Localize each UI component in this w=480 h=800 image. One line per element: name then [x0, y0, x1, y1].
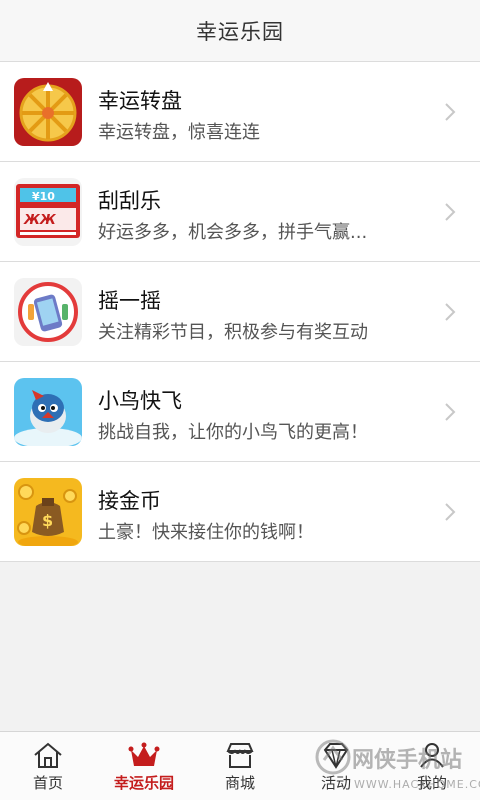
- item-description: 土豪！快来接住你的钱啊！: [98, 522, 314, 543]
- bird-icon: [14, 378, 82, 446]
- lucky-wheel-icon: [14, 78, 82, 146]
- page-title: 幸运乐园: [196, 19, 284, 44]
- chevron-right-icon: [445, 303, 456, 321]
- tab-label: 商城: [224, 774, 255, 792]
- crown-icon: [128, 742, 160, 766]
- game-list: 幸运转盘 幸运转盘，惊喜连连 ¥10 ЖЖ 刮刮乐 好运多多，机会多多，拼手气赢…: [0, 62, 480, 562]
- scratch-card-icon: ¥10 ЖЖ: [14, 178, 82, 246]
- chevron-right-icon: [445, 103, 456, 121]
- user-icon: [420, 743, 444, 768]
- svg-text:¥10: ¥10: [32, 190, 55, 203]
- home-icon: [34, 742, 62, 768]
- tab-label: 幸运乐园: [113, 774, 174, 792]
- svg-text:$: $: [42, 511, 53, 530]
- item-title: 接金币: [98, 489, 161, 513]
- tab-activity[interactable]: 活动: [288, 732, 384, 800]
- item-description: 幸运转盘，惊喜连连: [98, 122, 260, 143]
- shake-phone-icon: [14, 278, 82, 346]
- item-description: 好运多多，机会多多，拼手气赢...: [98, 222, 368, 243]
- app-header: 幸运乐园: [0, 0, 480, 62]
- bottom-tab-bar: 首页 幸运乐园 商城 活动 我的: [0, 731, 480, 800]
- list-item-shake[interactable]: 摇一摇 关注精彩节目，积极参与有奖互动: [0, 262, 480, 362]
- tab-home[interactable]: 首页: [0, 732, 96, 800]
- svg-text:ЖЖ: ЖЖ: [23, 213, 57, 228]
- list-item-scratch-card[interactable]: ¥10 ЖЖ 刮刮乐 好运多多，机会多多，拼手气赢...: [0, 162, 480, 262]
- chevron-right-icon: [445, 503, 456, 521]
- shop-icon: [226, 743, 254, 768]
- list-item-gold-coin[interactable]: $ 接金币 土豪！快来接住你的钱啊！: [0, 462, 480, 562]
- diamond-icon: [323, 743, 349, 769]
- item-title: 摇一摇: [98, 289, 161, 313]
- list-item-bird[interactable]: 小鸟快飞 挑战自我，让你的小鸟飞的更高！: [0, 362, 480, 462]
- tab-mine[interactable]: 我的: [384, 732, 480, 800]
- tab-shop[interactable]: 商城: [192, 732, 288, 800]
- item-description: 关注精彩节目，积极参与有奖互动: [98, 322, 368, 343]
- chevron-right-icon: [445, 403, 456, 421]
- gold-coin-bag-icon: $: [14, 478, 82, 546]
- list-item-lucky-wheel[interactable]: 幸运转盘 幸运转盘，惊喜连连: [0, 62, 480, 162]
- tab-lucky-park[interactable]: 幸运乐园: [96, 732, 192, 800]
- chevron-right-icon: [445, 203, 456, 221]
- item-title: 小鸟快飞: [98, 389, 182, 413]
- tab-label: 首页: [32, 774, 63, 792]
- item-title: 幸运转盘: [98, 89, 182, 113]
- tab-label: 我的: [416, 774, 447, 792]
- tab-label: 活动: [320, 774, 351, 792]
- item-title: 刮刮乐: [98, 189, 161, 213]
- item-description: 挑战自我，让你的小鸟飞的更高！: [98, 422, 368, 443]
